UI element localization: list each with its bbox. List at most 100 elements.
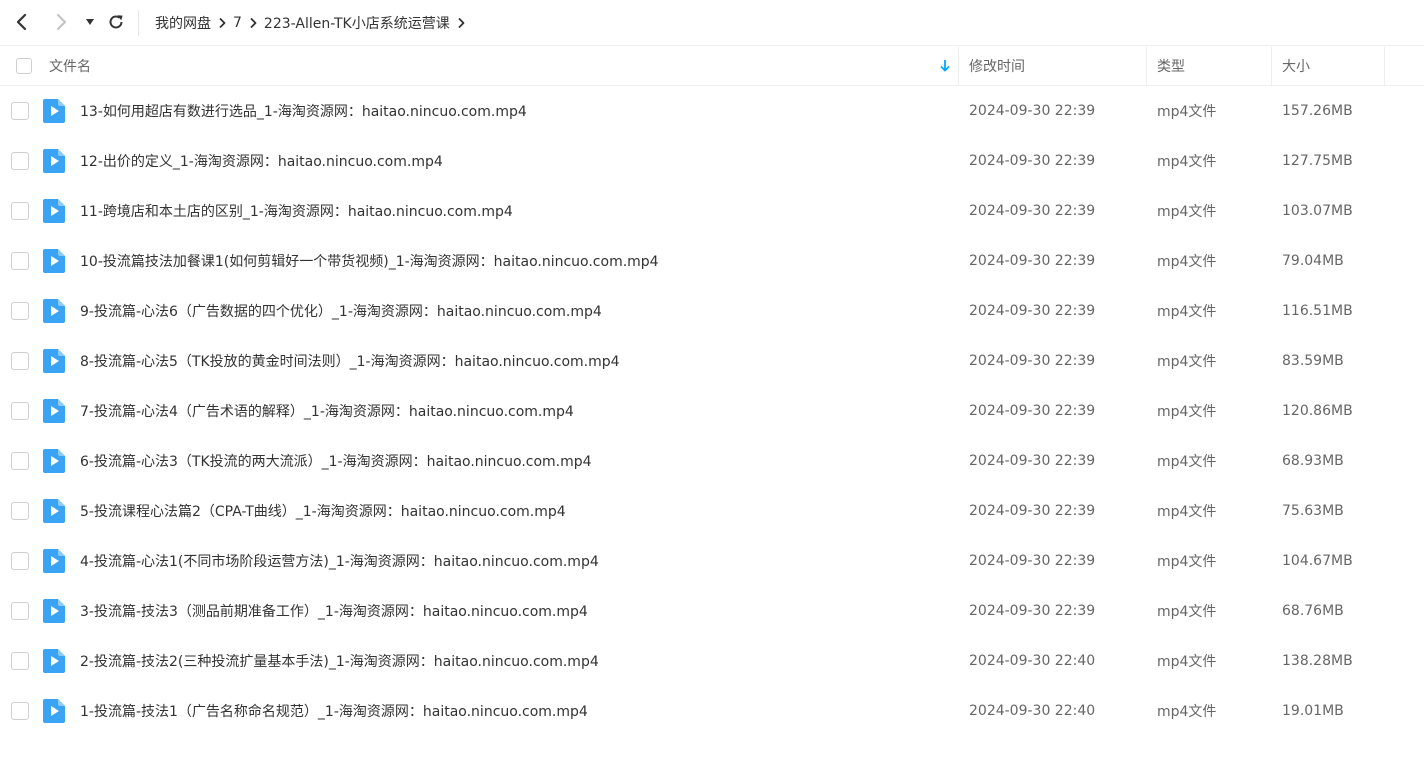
row-checkbox[interactable] [11,252,29,270]
select-all-checkbox-cell[interactable] [16,47,32,85]
row-checkbox-cell[interactable] [11,686,29,736]
file-modified-time: 2024-09-30 22:40 [969,653,1096,669]
file-size: 68.93MB [1282,453,1344,469]
file-name[interactable]: 2-投流篇-技法2(三种投流扩量基本手法)_1-海淘资源网：haitao.nin… [80,636,599,686]
nav-divider [138,10,139,36]
row-checkbox-cell[interactable] [11,286,29,336]
file-row[interactable]: 12-出价的定义_1-海淘资源网：haitao.nincuo.com.mp4 2… [0,136,1424,186]
row-checkbox-cell[interactable] [11,186,29,236]
video-file-icon [43,186,65,236]
video-file-icon [43,336,65,386]
file-row[interactable]: 8-投流篇-心法5（TK投放的黄金时间法则）_1-海淘资源网：haitao.ni… [0,336,1424,386]
row-checkbox-cell[interactable] [11,386,29,436]
file-row[interactable]: 3-投流篇-技法3（测品前期准备工作）_1-海淘资源网：haitao.nincu… [0,586,1424,636]
breadcrumb-item-current[interactable]: 223-Allen-TK小店系统运营课 [264,13,450,33]
row-checkbox[interactable] [11,602,29,620]
select-all-checkbox[interactable] [16,58,32,74]
back-button[interactable] [10,10,34,34]
file-modified-time: 2024-09-30 22:39 [969,453,1096,469]
breadcrumb-item-root[interactable]: 我的网盘 [155,13,211,33]
row-checkbox-cell[interactable] [11,86,29,136]
file-modified-time: 2024-09-30 22:39 [969,103,1096,119]
file-row[interactable]: 4-投流篇-心法1(不同市场阶段运营方法)_1-海淘资源网：haitao.nin… [0,536,1424,586]
file-modified-time: 2024-09-30 22:40 [969,703,1096,719]
file-row[interactable]: 9-投流篇-心法6（广告数据的四个优化）_1-海淘资源网：haitao.ninc… [0,286,1424,336]
column-divider[interactable] [1271,47,1272,85]
video-file-icon [43,386,65,436]
row-checkbox[interactable] [11,702,29,720]
file-modified-time: 2024-09-30 22:39 [969,553,1096,569]
file-size: 103.07MB [1282,203,1353,219]
column-header-name[interactable]: 文件名 [49,47,91,85]
row-checkbox-cell[interactable] [11,136,29,186]
breadcrumb-item-folder[interactable]: 7 [233,15,242,31]
file-name[interactable]: 6-投流篇-心法3（TK投流的两大流派）_1-海淘资源网：haitao.ninc… [80,436,592,486]
video-file-icon [43,686,65,736]
file-list-header: 文件名 修改时间 类型 大小 [0,47,1424,86]
row-checkbox-cell[interactable] [11,236,29,286]
column-divider[interactable] [1384,47,1385,85]
chevron-right-icon [211,17,233,29]
file-name[interactable]: 10-投流篇技法加餐课1(如何剪辑好一个带货视频)_1-海淘资源网：haitao… [80,236,659,286]
row-checkbox[interactable] [11,202,29,220]
file-size: 104.67MB [1282,553,1353,569]
forward-button[interactable] [49,10,73,34]
file-size: 127.75MB [1282,153,1353,169]
row-checkbox-cell[interactable] [11,336,29,386]
file-name[interactable]: 5-投流课程心法篇2（CPA-T曲线）_1-海淘资源网：haitao.nincu… [80,486,566,536]
file-name[interactable]: 12-出价的定义_1-海淘资源网：haitao.nincuo.com.mp4 [80,136,443,186]
file-name[interactable]: 4-投流篇-心法1(不同市场阶段运营方法)_1-海淘资源网：haitao.nin… [80,536,599,586]
file-row[interactable]: 6-投流篇-心法3（TK投流的两大流派）_1-海淘资源网：haitao.ninc… [0,436,1424,486]
file-name[interactable]: 7-投流篇-心法4（广告术语的解释）_1-海淘资源网：haitao.nincuo… [80,386,574,436]
column-header-size[interactable]: 大小 [1282,47,1310,85]
file-name[interactable]: 3-投流篇-技法3（测品前期准备工作）_1-海淘资源网：haitao.nincu… [80,586,588,636]
row-checkbox-cell[interactable] [11,586,29,636]
row-checkbox[interactable] [11,552,29,570]
video-file-icon [43,586,65,636]
file-type: mp4文件 [1157,554,1217,570]
sort-descending-icon[interactable] [938,59,952,73]
column-divider[interactable] [958,47,959,85]
file-type: mp4文件 [1157,404,1217,420]
row-checkbox[interactable] [11,102,29,120]
file-size: 83.59MB [1282,353,1344,369]
file-name[interactable]: 1-投流篇-技法1（广告名称命名规范）_1-海淘资源网：haitao.nincu… [80,686,588,736]
row-checkbox[interactable] [11,652,29,670]
row-checkbox[interactable] [11,502,29,520]
file-name[interactable]: 13-如何用超店有数进行选品_1-海淘资源网：haitao.nincuo.com… [80,86,527,136]
column-header-type[interactable]: 类型 [1157,47,1185,85]
row-checkbox[interactable] [11,152,29,170]
file-row[interactable]: 11-跨境店和本土店的区别_1-海淘资源网：haitao.nincuo.com.… [0,186,1424,236]
file-name[interactable]: 8-投流篇-心法5（TK投放的黄金时间法则）_1-海淘资源网：haitao.ni… [80,336,620,386]
caret-down-icon [86,19,94,25]
file-type: mp4文件 [1157,104,1217,120]
row-checkbox[interactable] [11,452,29,470]
chevron-right-icon[interactable] [450,17,472,29]
refresh-icon [109,15,123,29]
row-checkbox-cell[interactable] [11,536,29,586]
row-checkbox-cell[interactable] [11,436,29,486]
column-header-modified[interactable]: 修改时间 [969,47,1025,85]
column-divider[interactable] [1146,47,1147,85]
row-checkbox[interactable] [11,402,29,420]
row-checkbox-cell[interactable] [11,636,29,686]
file-modified-time: 2024-09-30 22:39 [969,253,1096,269]
file-size: 75.63MB [1282,503,1344,519]
row-checkbox[interactable] [11,352,29,370]
video-file-icon [43,436,65,486]
refresh-button[interactable] [104,10,128,34]
file-row[interactable]: 13-如何用超店有数进行选品_1-海淘资源网：haitao.nincuo.com… [0,86,1424,136]
row-checkbox[interactable] [11,302,29,320]
file-type: mp4文件 [1157,504,1217,520]
file-row[interactable]: 10-投流篇技法加餐课1(如何剪辑好一个带货视频)_1-海淘资源网：haitao… [0,236,1424,286]
chevron-right-icon [242,17,264,29]
file-name[interactable]: 11-跨境店和本土店的区别_1-海淘资源网：haitao.nincuo.com.… [80,186,513,236]
file-row[interactable]: 5-投流课程心法篇2（CPA-T曲线）_1-海淘资源网：haitao.nincu… [0,486,1424,536]
row-checkbox-cell[interactable] [11,486,29,536]
history-dropdown-button[interactable] [78,10,102,34]
file-row[interactable]: 7-投流篇-心法4（广告术语的解释）_1-海淘资源网：haitao.nincuo… [0,386,1424,436]
file-row[interactable]: 1-投流篇-技法1（广告名称命名规范）_1-海淘资源网：haitao.nincu… [0,686,1424,736]
chevron-left-icon [16,13,27,31]
file-row[interactable]: 2-投流篇-技法2(三种投流扩量基本手法)_1-海淘资源网：haitao.nin… [0,636,1424,686]
file-name[interactable]: 9-投流篇-心法6（广告数据的四个优化）_1-海淘资源网：haitao.ninc… [80,286,602,336]
